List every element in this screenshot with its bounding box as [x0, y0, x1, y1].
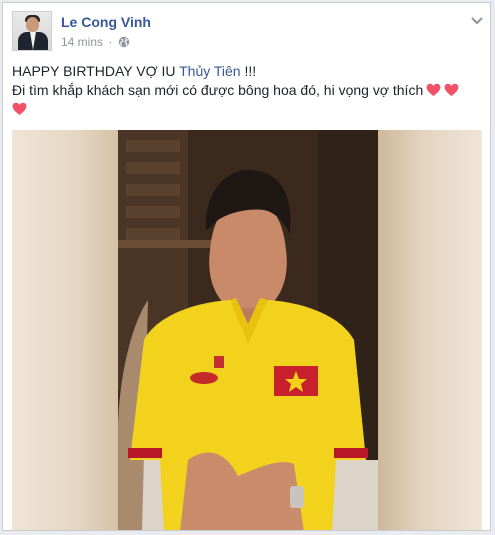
facebook-post: Le Cong Vinh 14 mins · HAPPY BIRTHDAY VỢ…: [2, 2, 491, 531]
post-video[interactable]: [12, 130, 482, 530]
author-avatar[interactable]: [12, 11, 52, 51]
heart-icon: [12, 102, 27, 116]
heart-icon: [444, 83, 459, 97]
post-timestamp[interactable]: 14 mins: [61, 35, 103, 49]
chevron-down-icon[interactable]: [471, 13, 483, 24]
globe-icon[interactable]: [118, 36, 130, 51]
video-frame[interactable]: [118, 130, 378, 530]
post-text: HAPPY BIRTHDAY VỢ IU Thủy Tiên !!! Đi tì…: [12, 62, 482, 119]
author-name[interactable]: Le Cong Vinh: [61, 14, 151, 30]
post-timestamp-row: 14 mins ·: [61, 35, 130, 51]
video-blur-right: [378, 130, 482, 530]
post-text-line-3: [12, 100, 482, 119]
post-text-line-1: HAPPY BIRTHDAY VỢ IU Thủy Tiên !!!: [12, 63, 257, 79]
heart-icon: [426, 83, 441, 97]
tagged-user-link[interactable]: Thủy Tiên: [179, 63, 240, 79]
meta-separator: ·: [108, 35, 113, 49]
post-text-line-2: Đi tìm khắp khách sạn mới có được bông h…: [12, 81, 482, 100]
video-blur-left: [12, 130, 118, 530]
